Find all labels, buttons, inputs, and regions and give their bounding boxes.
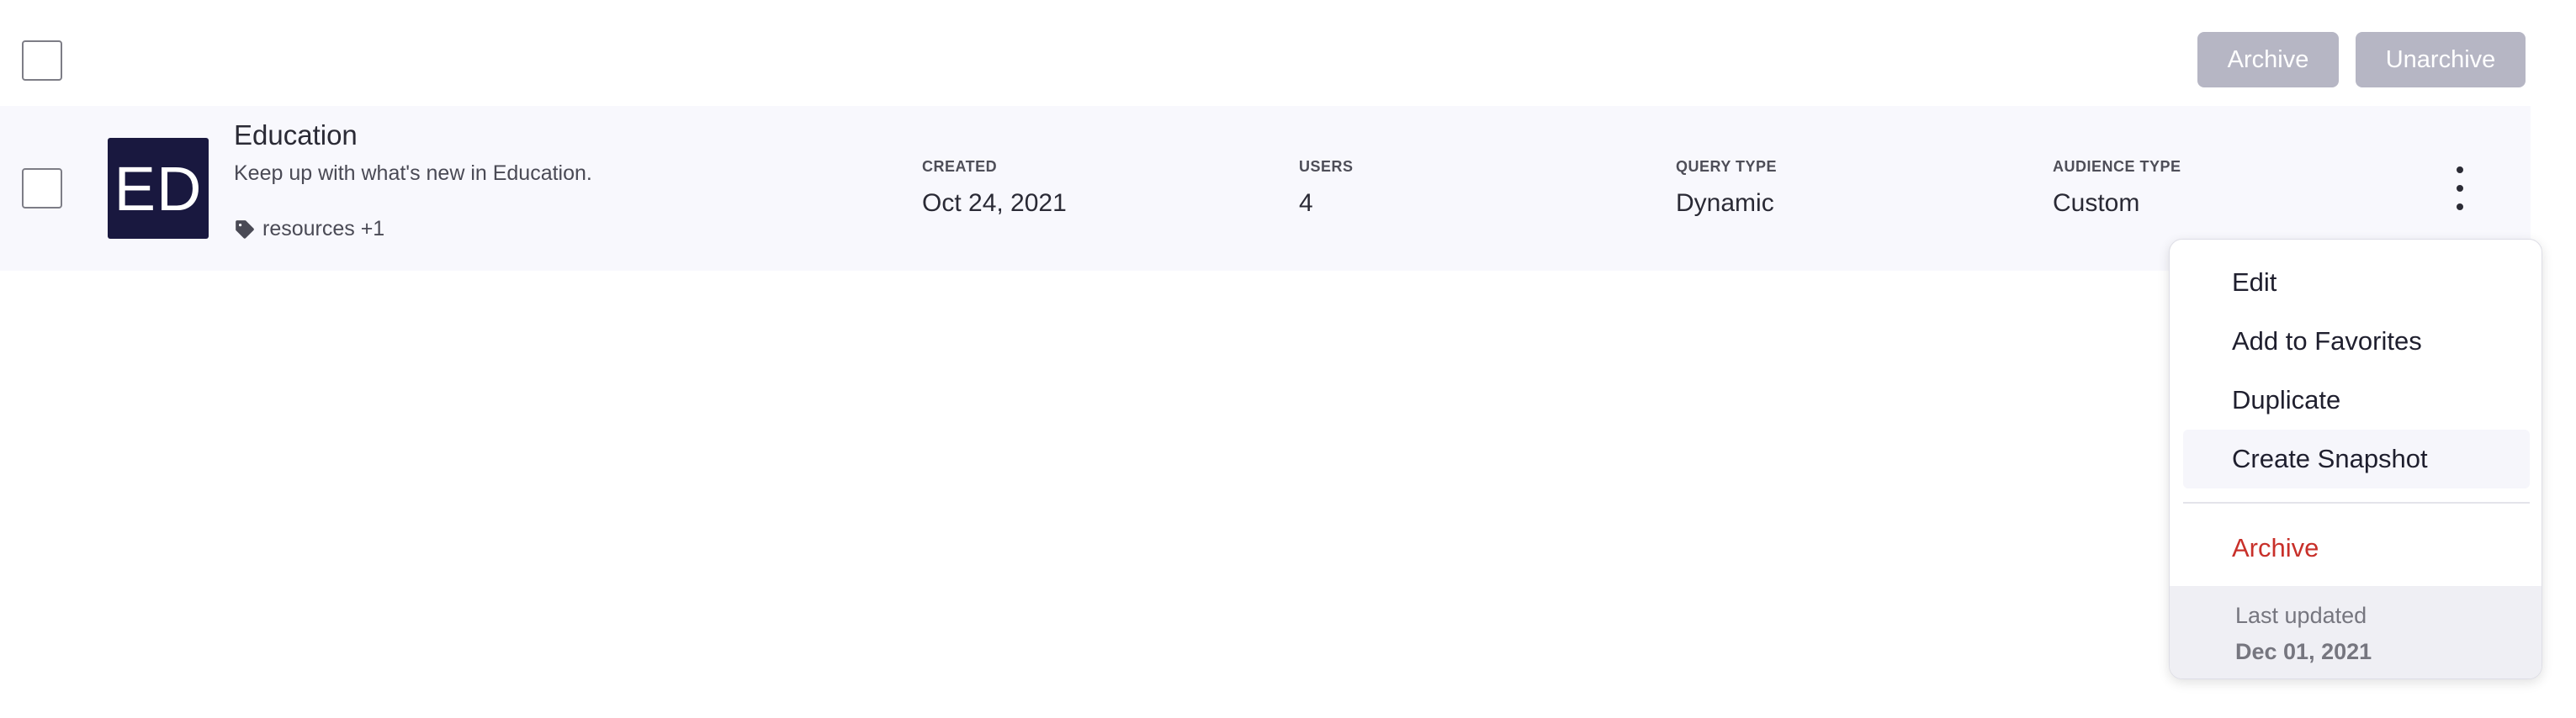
query-type-label: QUERY TYPE — [1676, 158, 1778, 175]
users-column: USERS 4 — [1299, 158, 1354, 218]
more-options-icon[interactable] — [2445, 166, 2475, 210]
created-value: Oct 24, 2021 — [922, 189, 1067, 217]
created-column: CREATED Oct 24, 2021 — [922, 158, 1067, 218]
users-value: 4 — [1299, 189, 1313, 217]
select-all-checkbox[interactable] — [22, 40, 62, 81]
last-updated-date: Dec 01, 2021 — [2235, 639, 2372, 664]
last-updated-label: Last updated — [2235, 603, 2367, 628]
bulk-actions: Archive Unarchive — [2197, 32, 2526, 87]
tags-label: resources +1 — [262, 217, 385, 240]
row-checkbox[interactable] — [22, 168, 62, 209]
audience-row[interactable]: ED Education Keep up with what's new in … — [0, 106, 2531, 271]
menu-item-duplicate[interactable]: Duplicate — [2183, 371, 2530, 430]
query-type-value: Dynamic — [1676, 189, 1774, 217]
archive-button[interactable]: Archive — [2197, 32, 2339, 87]
row-title[interactable]: Education — [234, 119, 358, 151]
tag-icon — [234, 219, 256, 240]
query-type-column: QUERY TYPE Dynamic — [1676, 158, 1777, 218]
menu-item-create-snapshot[interactable]: Create Snapshot — [2183, 430, 2530, 488]
row-actions-menu: Edit Add to Favorites Duplicate Create S… — [2169, 239, 2542, 679]
audience-type-label: AUDIENCE TYPE — [2053, 158, 2181, 175]
unarchive-button[interactable]: Unarchive — [2356, 32, 2526, 87]
menu-item-archive[interactable]: Archive — [2183, 519, 2530, 578]
audience-type-value: Custom — [2053, 189, 2140, 217]
kebab-dot — [2457, 185, 2463, 192]
users-label: USERS — [1299, 158, 1354, 175]
menu-item-add-to-favorites[interactable]: Add to Favorites — [2183, 312, 2530, 371]
audience-type-column: AUDIENCE TYPE Custom — [2053, 158, 2181, 218]
kebab-dot — [2457, 166, 2463, 173]
created-label: CREATED — [922, 158, 998, 175]
menu-item-edit[interactable]: Edit — [2183, 253, 2530, 312]
kebab-dot — [2457, 203, 2463, 210]
avatar: ED — [108, 138, 209, 239]
row-description: Keep up with what's new in Education. — [234, 161, 592, 185]
menu-divider — [2183, 502, 2530, 504]
row-tags[interactable]: resources +1 — [234, 217, 384, 241]
menu-footer: Last updated Dec 01, 2021 — [2170, 586, 2542, 678]
